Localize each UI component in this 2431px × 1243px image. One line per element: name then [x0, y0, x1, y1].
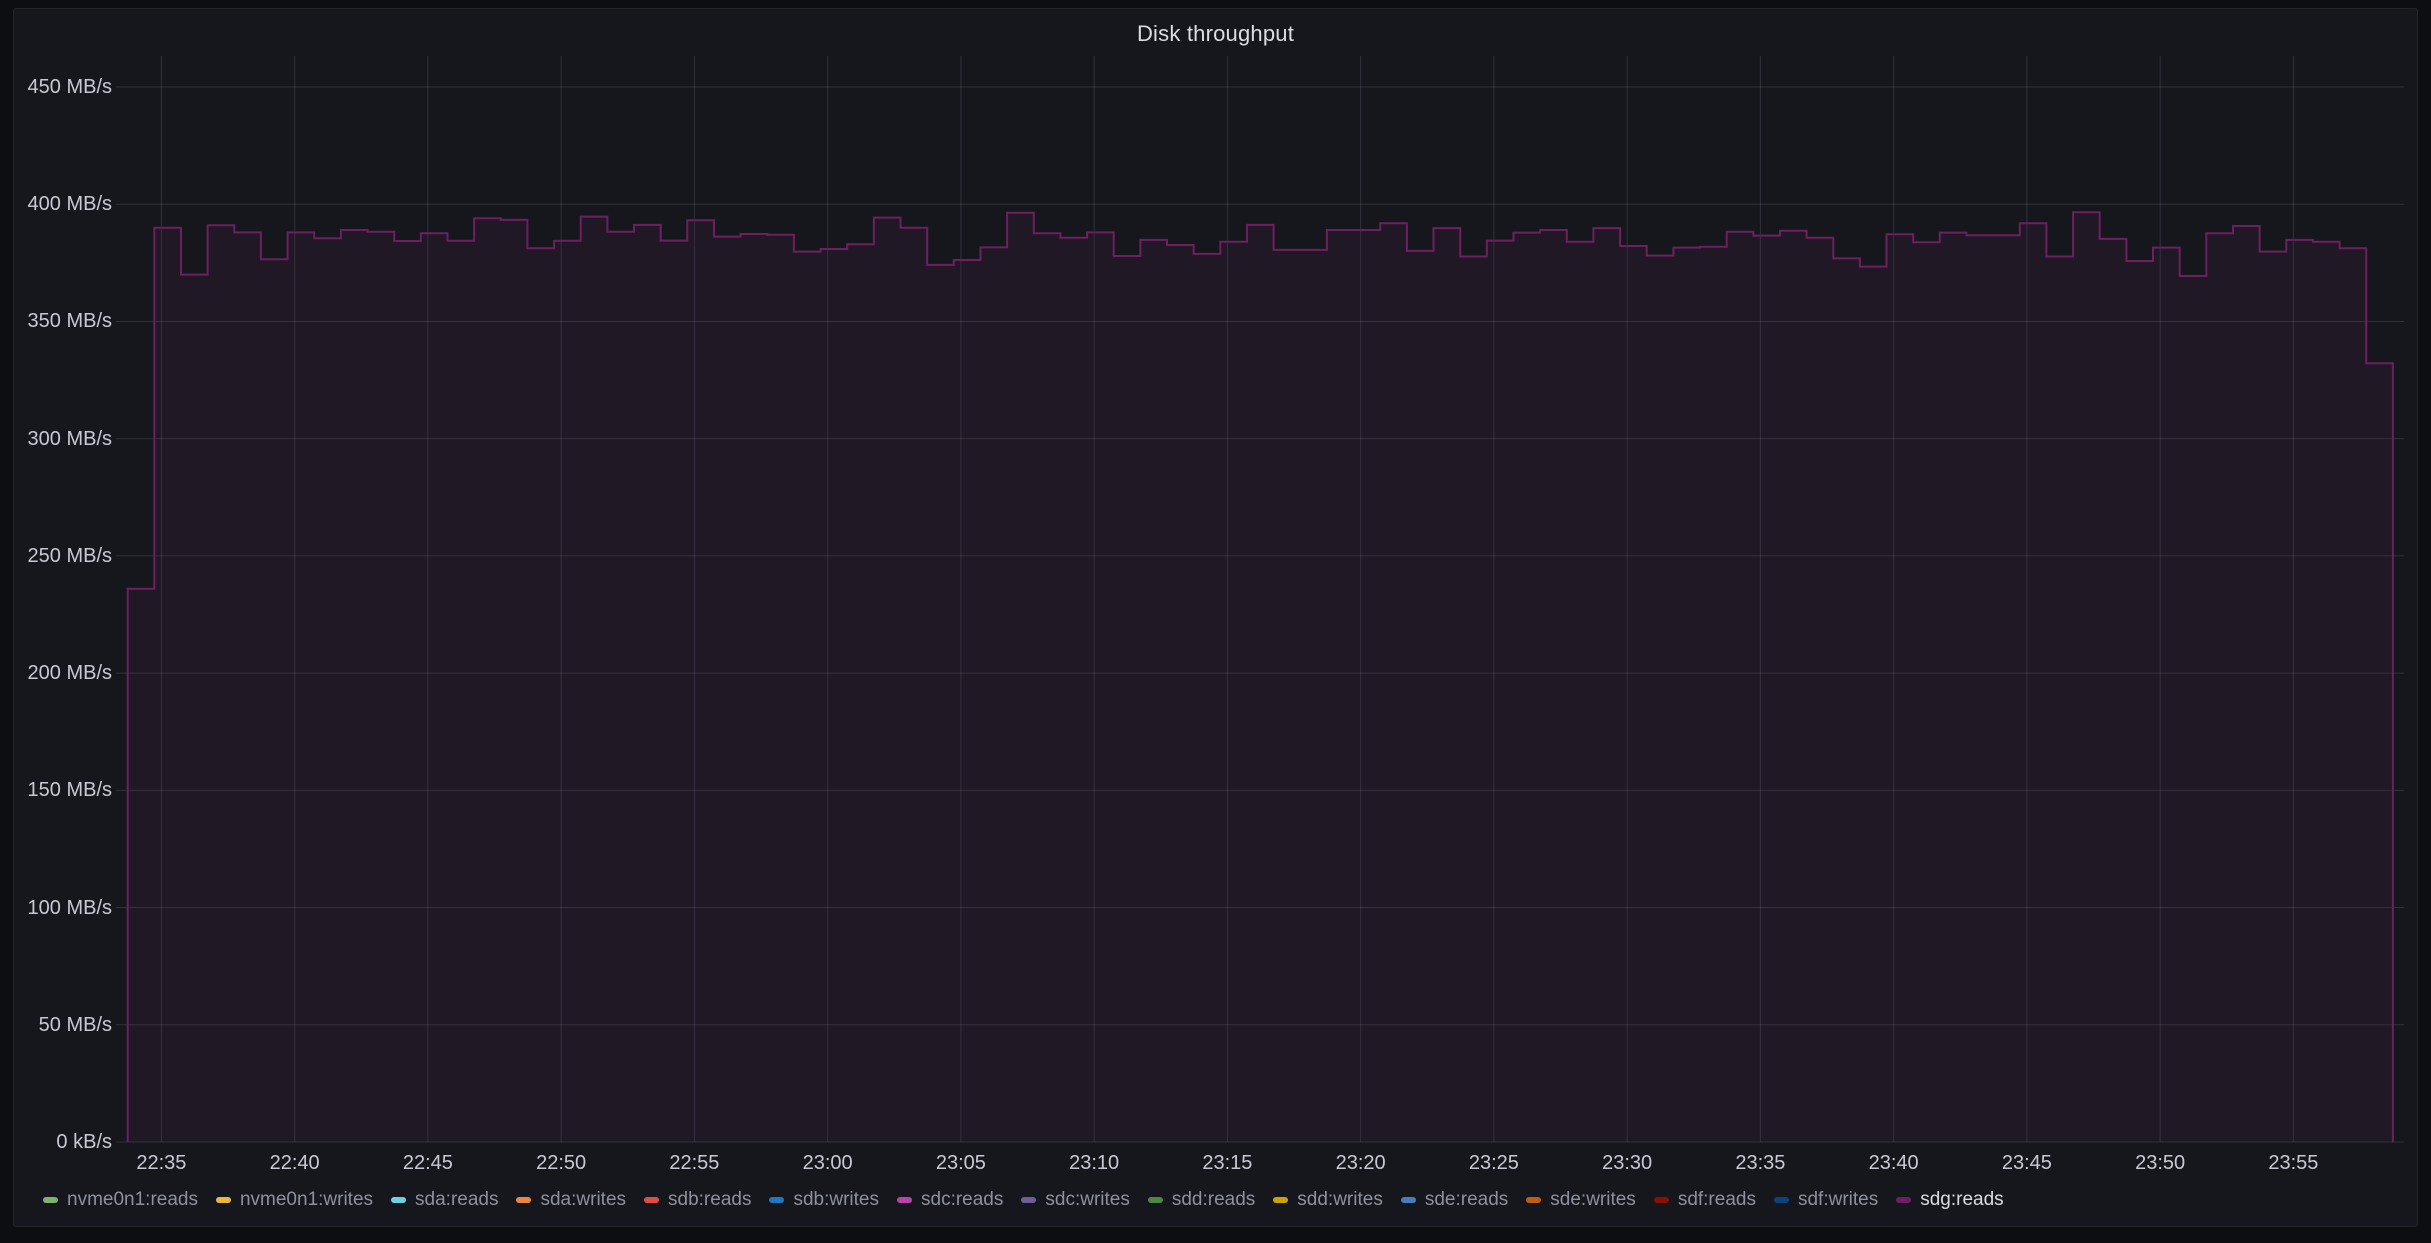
legend-label: sde:reads: [1425, 1187, 1508, 1213]
legend-label: sdc:writes: [1045, 1187, 1129, 1213]
legend-item-sdc-writes[interactable]: sdc:writes: [1021, 1187, 1129, 1213]
y-tick-label: 400 MB/s: [26, 193, 112, 215]
x-tick-label: 23:30: [1582, 1151, 1672, 1175]
grafana-dashboard-page: Disk throughput 0 kB/s50 MB/s100 MB/s150…: [0, 0, 2431, 1243]
legend-label: sdc:reads: [921, 1187, 1003, 1213]
x-tick-label: 23:50: [2115, 1151, 2205, 1175]
legend-swatch: [897, 1197, 912, 1203]
y-tick-label: 100 MB/s: [26, 897, 112, 919]
legend-label: sde:writes: [1550, 1187, 1636, 1213]
legend-swatch: [216, 1197, 231, 1203]
legend: nvme0n1:reads nvme0n1:writes sda:reads sda:…: [43, 1187, 2393, 1213]
legend-swatch: [1774, 1197, 1789, 1203]
y-tick-label: 350 MB/s: [26, 310, 112, 332]
legend-label: sda:reads: [415, 1187, 498, 1213]
legend-item-sdd-writes[interactable]: sdd:writes: [1273, 1187, 1383, 1213]
x-tick-label: 23:55: [2248, 1151, 2338, 1175]
legend-item-sdb-reads[interactable]: sdb:reads: [644, 1187, 751, 1213]
legend-item-nvme0n1-writes[interactable]: nvme0n1:writes: [216, 1187, 373, 1213]
y-tick-label: 0 kB/s: [26, 1131, 112, 1153]
legend-swatch: [43, 1197, 58, 1203]
plot-area[interactable]: [121, 56, 2404, 1142]
legend-label: nvme0n1:reads: [67, 1187, 198, 1213]
x-tick-label: 23:45: [1982, 1151, 2072, 1175]
y-tick-label: 250 MB/s: [26, 545, 112, 567]
legend-item-sdc-reads[interactable]: sdc:reads: [897, 1187, 1003, 1213]
legend-swatch: [769, 1197, 784, 1203]
y-tick-label: 300 MB/s: [26, 428, 112, 450]
x-tick-label: 23:10: [1049, 1151, 1139, 1175]
y-tick-label: 450 MB/s: [26, 76, 112, 98]
legend-item-sdf-reads[interactable]: sdf:reads: [1654, 1187, 1756, 1213]
legend-swatch: [516, 1197, 531, 1203]
legend-item-sda-writes[interactable]: sda:writes: [516, 1187, 626, 1213]
y-tick-label: 200 MB/s: [26, 662, 112, 684]
legend-label: sdg:reads: [1920, 1187, 2003, 1213]
legend-label: sda:writes: [540, 1187, 626, 1213]
x-tick-label: 23:15: [1182, 1151, 1272, 1175]
legend-swatch: [1401, 1197, 1416, 1203]
legend-swatch: [1148, 1197, 1163, 1203]
legend-item-sdg-reads[interactable]: sdg:reads: [1896, 1187, 2003, 1213]
y-tick-label: 50 MB/s: [26, 1014, 112, 1036]
legend-swatch: [644, 1197, 659, 1203]
legend-item-sde-writes[interactable]: sde:writes: [1526, 1187, 1636, 1213]
legend-label: nvme0n1:writes: [240, 1187, 373, 1213]
legend-item-sdb-writes[interactable]: sdb:writes: [769, 1187, 879, 1213]
x-tick-label: 23:20: [1316, 1151, 1406, 1175]
legend-swatch: [391, 1197, 406, 1203]
legend-swatch: [1021, 1197, 1036, 1203]
x-tick-label: 23:35: [1715, 1151, 1805, 1175]
legend-swatch: [1526, 1197, 1541, 1203]
legend-label: sdf:reads: [1678, 1187, 1756, 1213]
x-tick-label: 22:50: [516, 1151, 606, 1175]
x-tick-label: 23:00: [783, 1151, 873, 1175]
x-tick-label: 22:45: [383, 1151, 473, 1175]
y-tick-label: 150 MB/s: [26, 779, 112, 801]
x-tick-label: 22:35: [116, 1151, 206, 1175]
x-tick-label: 22:55: [649, 1151, 739, 1175]
legend-label: sdb:writes: [793, 1187, 879, 1213]
x-tick-label: 23:25: [1449, 1151, 1539, 1175]
legend-swatch: [1896, 1197, 1911, 1203]
legend-item-sdd-reads[interactable]: sdd:reads: [1148, 1187, 1255, 1213]
legend-label: sdb:reads: [668, 1187, 751, 1213]
x-tick-label: 23:40: [1849, 1151, 1939, 1175]
legend-item-sdf-writes[interactable]: sdf:writes: [1774, 1187, 1878, 1213]
x-tick-label: 22:40: [250, 1151, 340, 1175]
legend-item-sde-reads[interactable]: sde:reads: [1401, 1187, 1508, 1213]
legend-swatch: [1273, 1197, 1288, 1203]
disk-throughput-panel: Disk throughput 0 kB/s50 MB/s100 MB/s150…: [13, 8, 2418, 1227]
legend-item-sda-reads[interactable]: sda:reads: [391, 1187, 498, 1213]
legend-label: sdd:writes: [1297, 1187, 1383, 1213]
legend-item-nvme0n1-reads[interactable]: nvme0n1:reads: [43, 1187, 198, 1213]
x-tick-label: 23:05: [916, 1151, 1006, 1175]
legend-label: sdf:writes: [1798, 1187, 1878, 1213]
legend-label: sdd:reads: [1172, 1187, 1255, 1213]
legend-swatch: [1654, 1197, 1669, 1203]
